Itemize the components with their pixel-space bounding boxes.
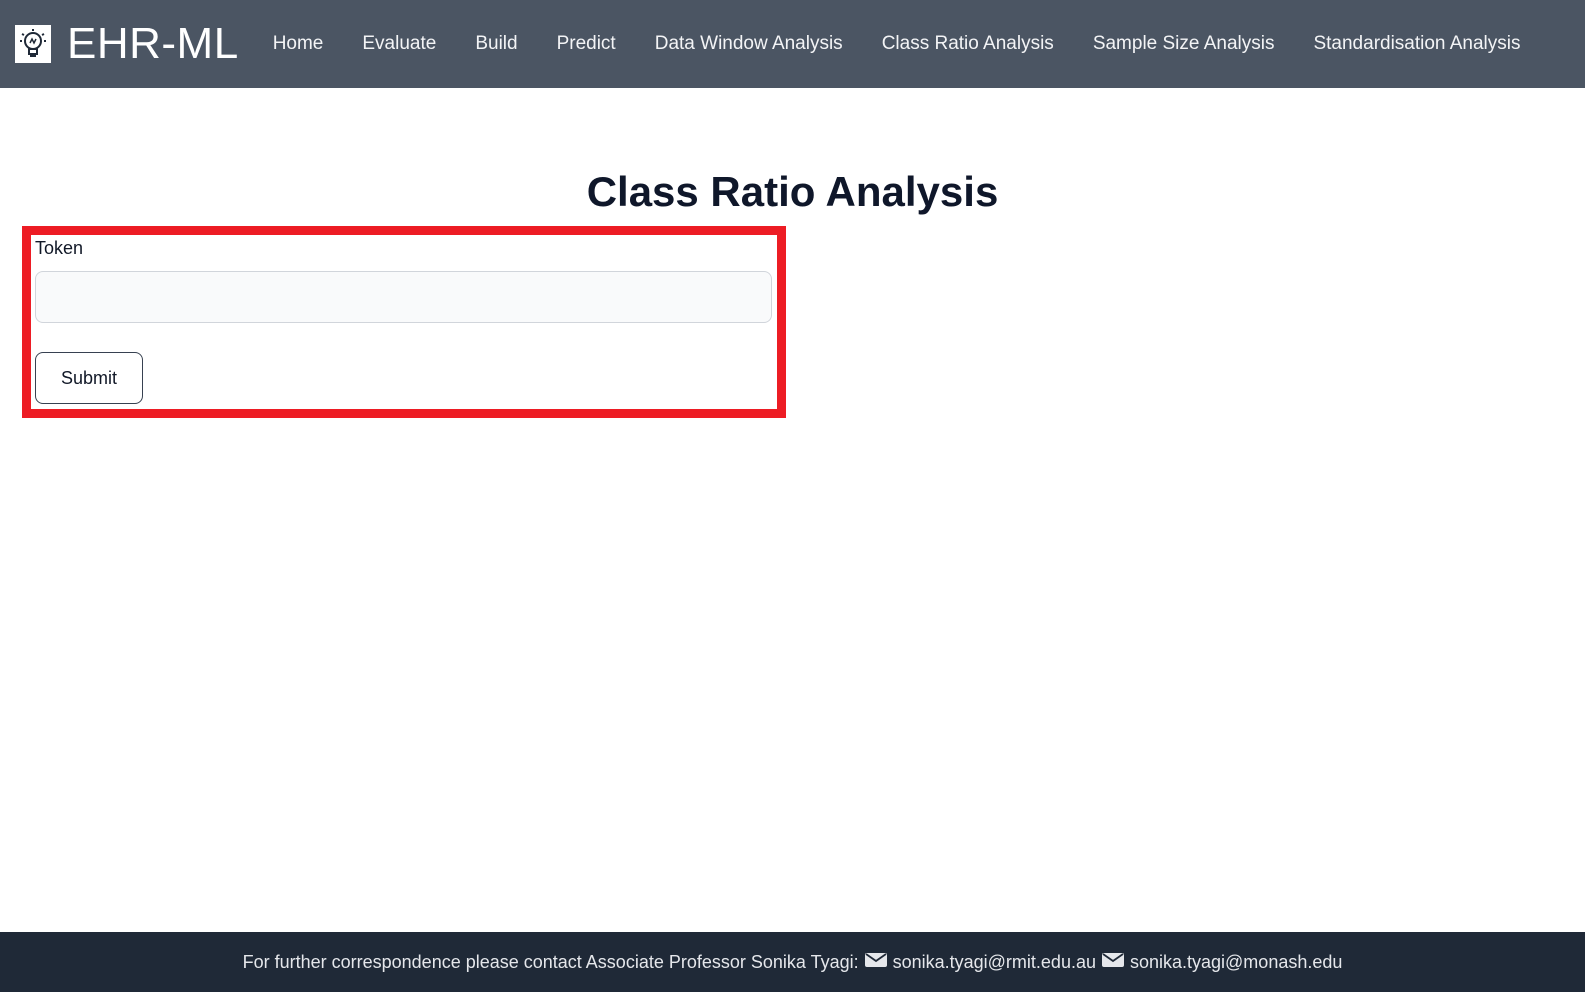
nav-item-evaluate[interactable]: Evaluate: [362, 33, 436, 55]
token-label: Token: [35, 238, 84, 258]
footer-text: For further correspondence please contac…: [242, 951, 859, 972]
nav-links: Home Evaluate Build Predict Data Window …: [273, 33, 1521, 55]
envelope-icon: [864, 952, 887, 973]
nav-item-sample-size-analysis[interactable]: Sample Size Analysis: [1093, 33, 1275, 55]
submit-button[interactable]: Submit: [35, 352, 143, 404]
footer-email-monash[interactable]: sonika.tyagi@monash.edu: [1130, 952, 1342, 973]
top-navbar: EHR-ML Home Evaluate Build Predict Data …: [0, 0, 1585, 88]
nav-item-home[interactable]: Home: [273, 33, 324, 55]
brand[interactable]: EHR-ML: [15, 19, 239, 69]
page-title: Class Ratio Analysis: [586, 168, 999, 215]
nav-item-class-ratio-analysis[interactable]: Class Ratio Analysis: [882, 33, 1054, 55]
footer-email-rmit[interactable]: sonika.tyagi@rmit.edu.au: [893, 952, 1096, 973]
token-input[interactable]: [35, 271, 772, 323]
brand-name: EHR-ML: [67, 19, 239, 68]
nav-item-build[interactable]: Build: [475, 33, 517, 55]
nav-item-predict[interactable]: Predict: [557, 33, 616, 55]
envelope-icon: [1101, 952, 1124, 973]
lightbulb-icon: [15, 25, 51, 63]
nav-item-data-window-analysis[interactable]: Data Window Analysis: [655, 33, 843, 55]
footer: For further correspondence please contac…: [0, 932, 1585, 992]
nav-item-standardisation-analysis[interactable]: Standardisation Analysis: [1313, 33, 1520, 55]
